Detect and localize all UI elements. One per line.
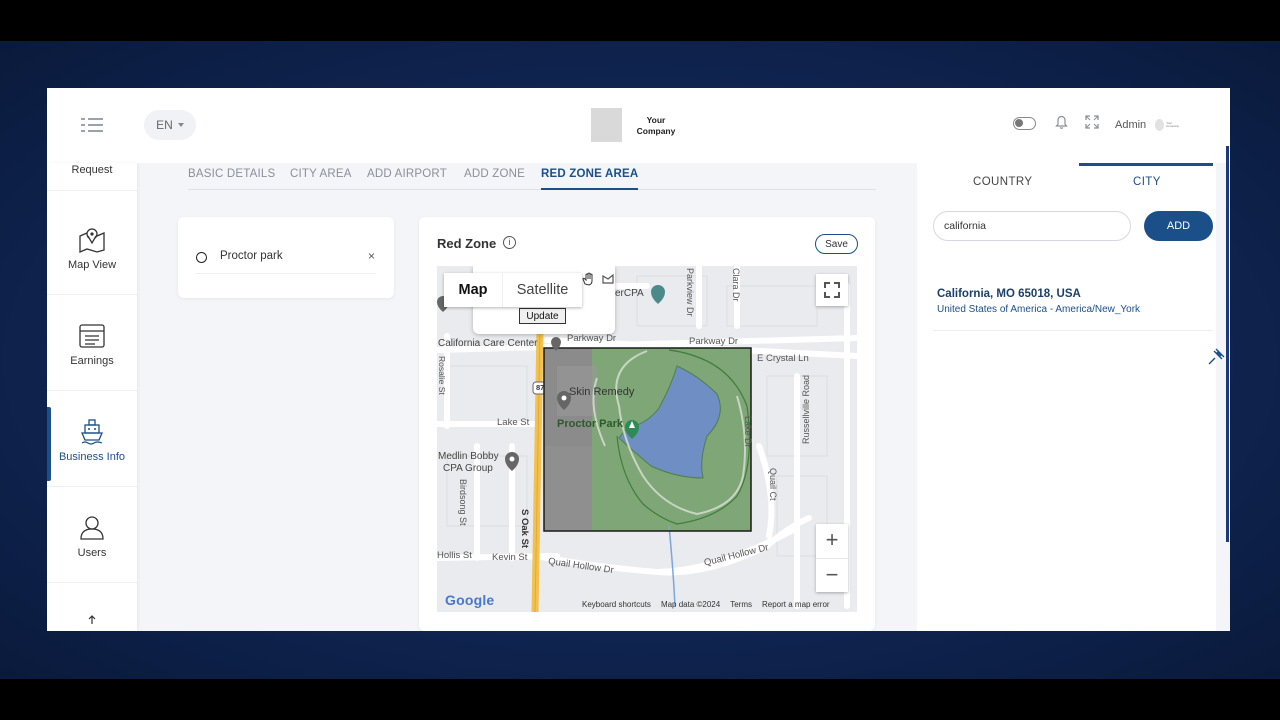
sidebar-item-label: Map View (67, 258, 117, 271)
divider (933, 330, 1213, 331)
admin-label[interactable]: Admin (1115, 119, 1146, 131)
map-label-quail-ct: Quail Ct (768, 468, 778, 501)
city-search-input[interactable] (933, 211, 1131, 241)
tab-add-airport[interactable]: ADD AIRPORT (367, 168, 447, 180)
map-label-rosalie: Rosalie St (437, 356, 447, 395)
map-label-parkway-1: Parkway Dr (567, 333, 617, 344)
info-icon[interactable]: i (503, 236, 516, 249)
map-pin-icon (79, 227, 105, 253)
avatar-image (1155, 119, 1165, 131)
map-label-clara: Clara Dr (731, 268, 741, 302)
tab-basic-details[interactable]: BASIC DETAILS (188, 168, 275, 180)
sidebar-item-earnings[interactable]: Earnings (47, 299, 137, 391)
chevron-down-icon (177, 123, 184, 127)
map-label-birdsong: Birdsong St (458, 479, 468, 526)
tab-add-zone[interactable]: ADD ZONE (464, 168, 525, 180)
map-type-map[interactable]: Map (444, 273, 502, 307)
map-fullscreen-button[interactable] (816, 274, 848, 306)
map-label-oak: S Oak St (519, 509, 530, 549)
language-label: EN (156, 118, 173, 132)
polygon-tool-icon[interactable] (601, 272, 615, 286)
city-result-detail: United States of America - America/New_Y… (937, 304, 1141, 315)
fullscreen-icon[interactable] (1085, 115, 1099, 129)
map-type-satellite[interactable]: Satellite (502, 273, 582, 307)
sidebar-item-label: Business Info (58, 450, 126, 463)
expand-icon (824, 282, 840, 298)
app-window: EN Your Company Admin Your Company Reque… (47, 88, 1230, 631)
map-label-proctor-park: Proctor Park (557, 418, 624, 430)
map-label-lake-st: Lake St (497, 417, 530, 428)
tab-red-zone-area[interactable]: RED ZONE AREA (541, 168, 639, 190)
bell-icon[interactable] (1055, 115, 1068, 130)
hand-pan-icon[interactable] (581, 272, 595, 286)
scroll-up-icon[interactable] (88, 615, 96, 625)
ship-icon (81, 418, 103, 445)
sidebar-item-request[interactable]: Request (47, 133, 137, 191)
zoom-control: + − (816, 524, 848, 592)
tab-city[interactable]: CITY (1133, 176, 1161, 188)
city-result-item[interactable]: California, MO 65018, USA United States … (937, 288, 1207, 315)
map-type-control: Map Satellite (444, 273, 582, 307)
zoom-out-button[interactable]: − (816, 558, 848, 592)
red-zone-card: Red Zone i Save Parkway Dr Parkway Dr Ca… (419, 217, 875, 631)
zone-radio[interactable] (196, 252, 207, 263)
top-bar: EN Your Company Admin Your Company (47, 88, 1230, 163)
tab-country[interactable]: COUNTRY (973, 176, 1032, 188)
zone-name: Proctor park (220, 250, 283, 262)
divider (196, 273, 376, 274)
map-attribution: Keyboard shortcuts Map data ©2024 Terms … (582, 600, 830, 612)
sidebar-item-label: Users (77, 546, 107, 559)
map-canvas[interactable]: Parkway Dr Parkway Dr California Care Ce… (437, 266, 857, 612)
map-label-medlin-2: CPA Group (443, 463, 493, 474)
company-logo (591, 108, 622, 142)
active-indicator (47, 407, 51, 481)
terms-link[interactable]: Terms (730, 600, 752, 612)
map-label-kevin: Kevin St (492, 552, 528, 563)
sidebar-item-users[interactable]: Users (47, 491, 137, 583)
map-label-cpa: erCPA (615, 288, 644, 299)
tab-bar: BASIC DETAILS CITY AREA ADD AIRPORT ADD … (188, 168, 876, 190)
location-panel: COUNTRY CITY ADD California, MO 65018, U… (917, 163, 1216, 631)
map-label-medlin-1: Medlin Bobby (438, 451, 499, 462)
map-label-skin-remedy: Skin Remedy (569, 386, 635, 398)
map-label-parkway-2: Parkway Dr (689, 336, 739, 347)
map-data-text: Map data ©2024 (660, 600, 721, 609)
map-label-parkview: Parkview Dr (685, 268, 695, 317)
avatar[interactable]: Your Company (1155, 118, 1181, 132)
update-button[interactable]: Update (519, 308, 566, 324)
tab-city-area[interactable]: CITY AREA (290, 168, 352, 180)
map-label-hollis: Hollis St (437, 550, 472, 561)
sidebar-item-label: Request (71, 164, 113, 176)
active-tab-indicator (1079, 163, 1213, 166)
remove-zone-button[interactable]: × (368, 249, 375, 263)
sidebar: Request Map View Earnings Business Info … (47, 163, 137, 631)
company-name: Your Company (636, 115, 676, 136)
zoom-in-button[interactable]: + (816, 524, 848, 558)
theme-toggle[interactable] (1013, 117, 1036, 130)
map-label-care-center: California Care Center (438, 338, 538, 349)
pin-tool-icon[interactable] (1205, 346, 1227, 368)
red-zone-title: Red Zone (437, 236, 497, 251)
keyboard-shortcuts-link[interactable]: Keyboard shortcuts (582, 600, 651, 612)
route-shield-label: 87 (536, 383, 545, 392)
google-logo: Google (445, 592, 495, 608)
user-icon (80, 515, 104, 540)
report-error-link[interactable]: Report a map error (762, 600, 830, 612)
menu-toggle-icon[interactable] (81, 118, 103, 132)
sidebar-item-business-info[interactable]: Business Info (47, 395, 137, 487)
map-label-lake-dr: Lake Dr (743, 416, 753, 448)
map-label-russellville: Russellville Road (801, 374, 811, 444)
city-result-name: California, MO 65018, USA (937, 288, 1081, 300)
language-selector[interactable]: EN (144, 110, 196, 140)
sidebar-item-map-view[interactable]: Map View (47, 203, 137, 295)
zone-list-card: Proctor park × (178, 217, 394, 298)
ledger-icon (79, 323, 105, 348)
scrollbar[interactable] (1226, 146, 1229, 542)
map-label-crystal: E Crystal Ln (757, 353, 809, 364)
save-button[interactable]: Save (815, 234, 858, 254)
avatar-text: Your Company (1166, 121, 1179, 128)
sidebar-item-label: Earnings (70, 354, 114, 367)
add-city-button[interactable]: ADD (1144, 211, 1213, 241)
